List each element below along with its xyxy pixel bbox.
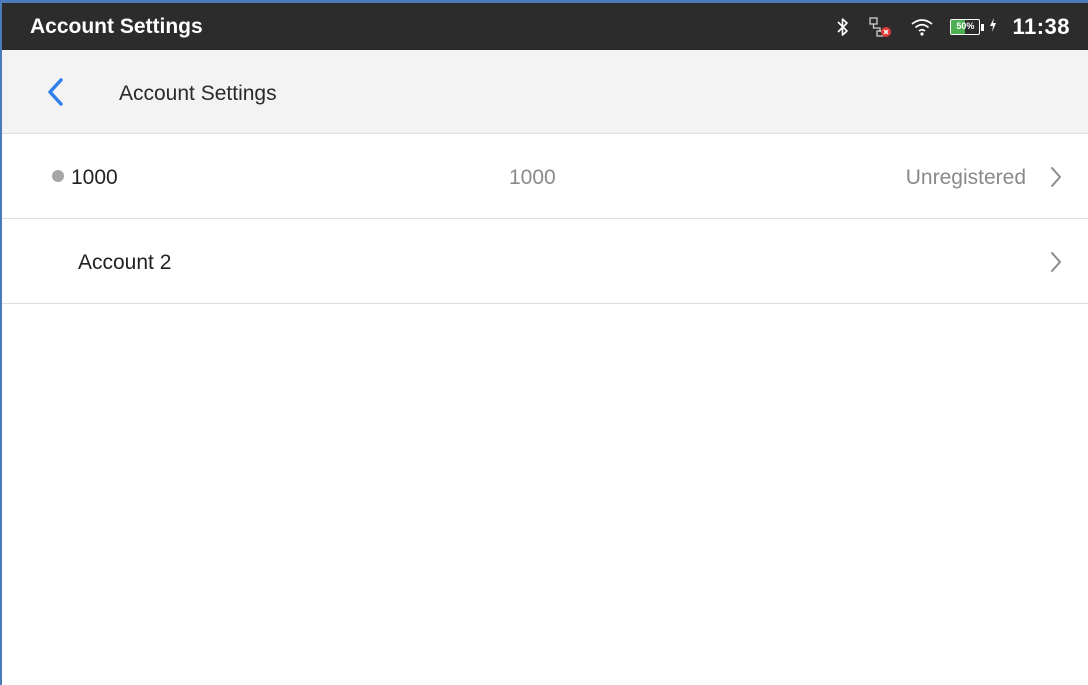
account-number: 1000 <box>509 166 556 189</box>
account-row-1000[interactable]: 1000 1000 Unregistered <box>2 134 1088 219</box>
app-bar: Account Settings <box>2 50 1088 134</box>
account-list: 1000 1000 Unregistered Account 2 <box>2 134 1088 304</box>
account-name: Account 2 <box>78 251 172 274</box>
status-icons: 50% 11:38 <box>836 9 1070 45</box>
battery-tip <box>981 23 985 31</box>
back-button[interactable] <box>38 74 74 110</box>
account-name: 1000 <box>71 166 118 189</box>
registration-status-dot <box>52 170 64 182</box>
chevron-left-icon <box>48 78 63 106</box>
network-disconnected-icon <box>868 16 892 38</box>
page-title: Account Settings <box>119 82 277 105</box>
clock: 11:38 <box>1012 14 1070 39</box>
account-row-account-2[interactable]: Account 2 <box>2 219 1088 304</box>
battery-percent: 50% <box>956 21 975 31</box>
chevron-right-icon <box>1046 249 1066 275</box>
status-bar: Account Settings 50% 11:38 <box>2 0 1088 50</box>
app-window: Account Settings 50% 11:38 Account Setti… <box>0 0 1088 685</box>
chevron-right-icon <box>1046 164 1066 190</box>
bluetooth-icon <box>836 17 850 37</box>
wifi-icon <box>910 17 934 37</box>
battery-icon: 50% <box>950 19 981 35</box>
charging-icon <box>988 17 998 38</box>
status-bar-title: Account Settings <box>30 15 203 38</box>
registration-status: Unregistered <box>905 166 1026 189</box>
